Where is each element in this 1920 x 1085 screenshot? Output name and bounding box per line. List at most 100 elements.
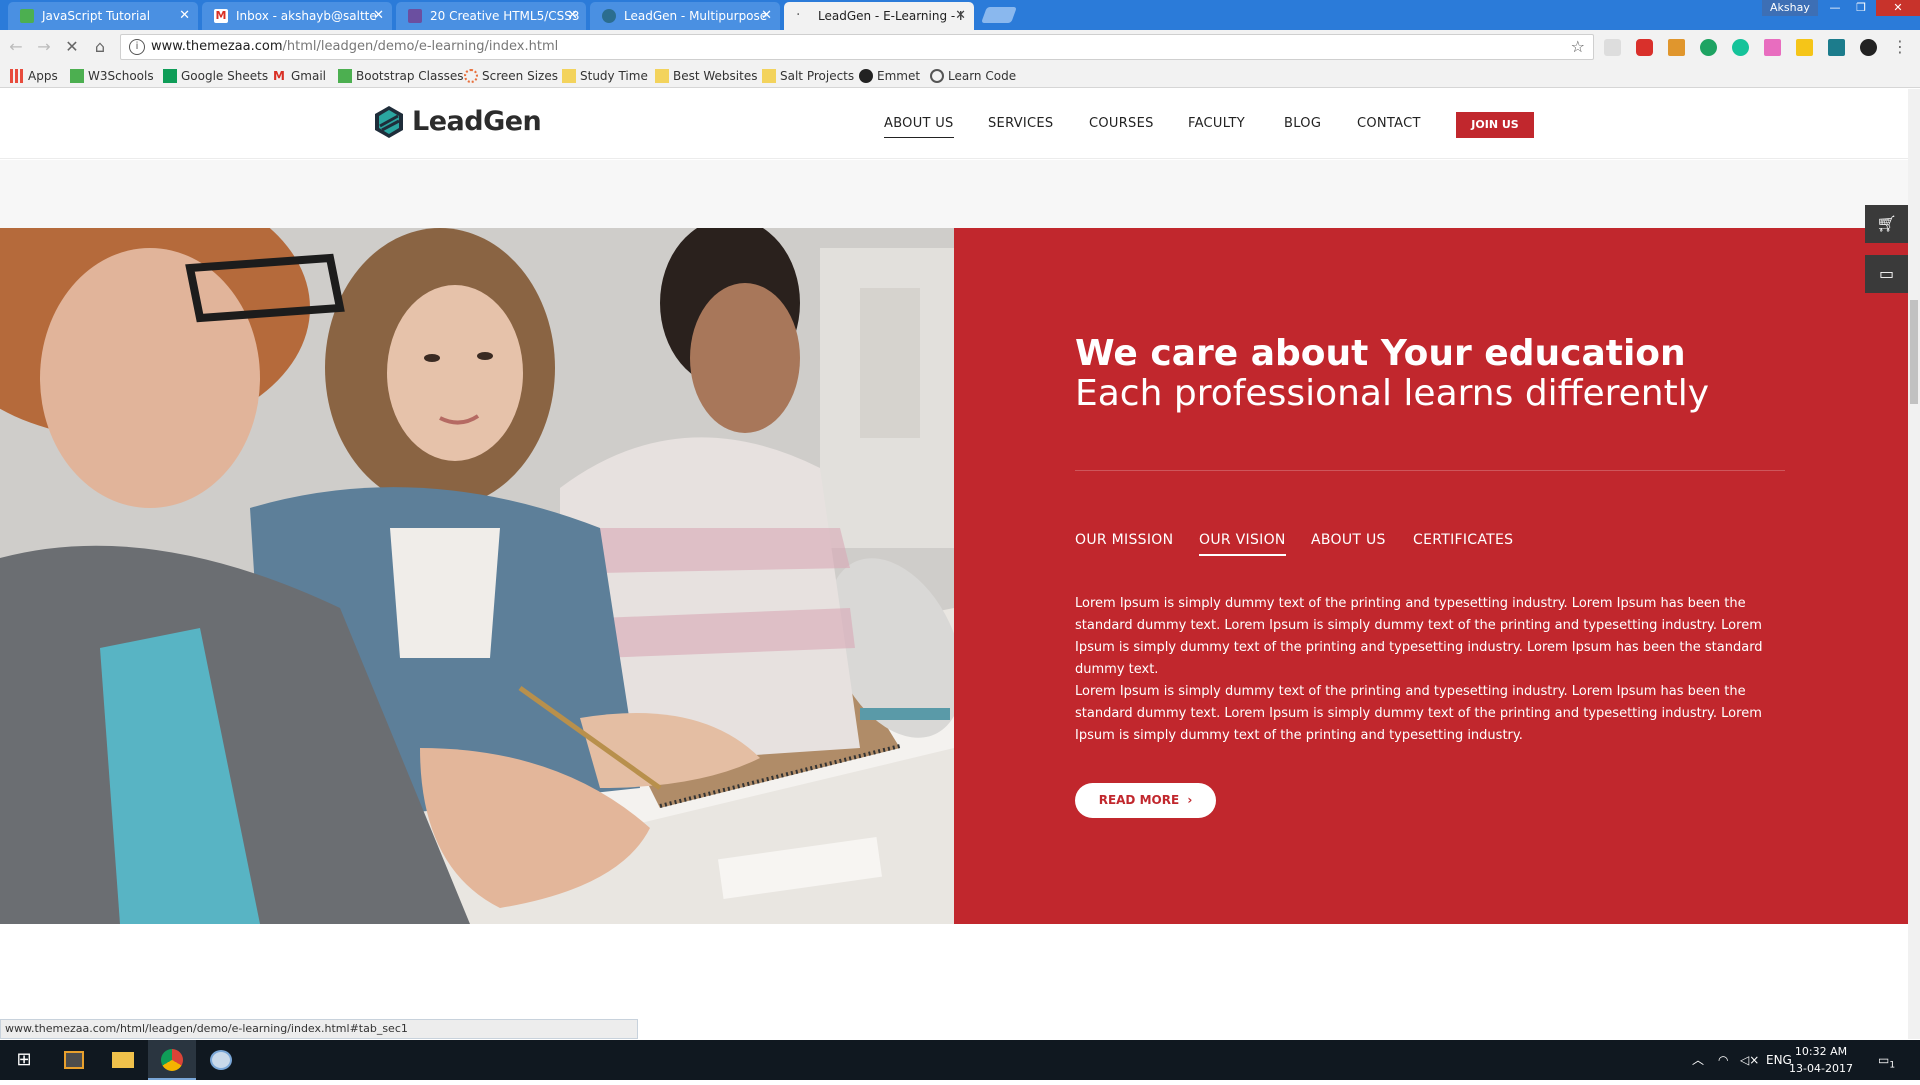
- paint-icon[interactable]: [197, 1040, 245, 1080]
- nav-blog[interactable]: BLOG: [1284, 115, 1321, 133]
- bookmark-study-time[interactable]: Study Time: [560, 64, 648, 88]
- section-heading: We care about Your education: [1075, 333, 1686, 374]
- volume-muted-icon[interactable]: ◁×: [1740, 1040, 1759, 1080]
- chevron-up-icon[interactable]: ︿: [1692, 1040, 1704, 1080]
- gmail-icon: M: [273, 69, 285, 83]
- grammarly-icon[interactable]: [1732, 39, 1749, 56]
- window-close-icon[interactable]: ✕: [1876, 0, 1920, 16]
- students-photo: [0, 228, 954, 924]
- extension-icon[interactable]: [1828, 39, 1845, 56]
- taskbar-clock[interactable]: 10:32 AM 13-04-2017: [1786, 1043, 1856, 1077]
- folder-icon: [655, 69, 669, 83]
- bookmark-salt-projects[interactable]: Salt Projects: [760, 64, 854, 88]
- new-tab-button[interactable]: [981, 7, 1017, 23]
- notification-center-button[interactable]: ▭1: [1878, 1040, 1895, 1080]
- nav-contact[interactable]: CONTACT: [1357, 115, 1421, 133]
- apps-grid-icon: [10, 69, 24, 83]
- palette-glyph: [210, 1050, 232, 1070]
- nav-courses[interactable]: COURSES: [1089, 115, 1154, 133]
- bookmark-apps[interactable]: Apps: [8, 64, 58, 88]
- bookmark-label: Apps: [28, 69, 58, 83]
- folder-icon: [112, 1052, 134, 1068]
- browser-tab-strip: JavaScript Tutorial ✕ M Inbox - akshayb@…: [0, 0, 1920, 30]
- extension-icon[interactable]: [1604, 39, 1621, 56]
- extension-icon[interactable]: [1668, 39, 1685, 56]
- tab-paragraph-2: Lorem Ipsum is simply dummy text of the …: [1075, 684, 1762, 743]
- stop-icon[interactable]: ✕: [62, 37, 82, 57]
- windows-start-icon[interactable]: ⊞: [0, 1040, 48, 1080]
- browser-tab[interactable]: JavaScript Tutorial ✕: [8, 2, 198, 30]
- bookmark-learn-code[interactable]: Learn Code: [928, 64, 1016, 88]
- bookmark-w3schools[interactable]: W3Schools: [68, 64, 154, 88]
- browser-tab[interactable]: M Inbox - akshayb@saltte ✕: [202, 2, 392, 30]
- gmail-icon: M: [214, 9, 228, 23]
- bookmark-google-sheets[interactable]: Google Sheets: [161, 64, 268, 88]
- tab-about-us[interactable]: ABOUT US: [1311, 531, 1386, 549]
- info-icon[interactable]: i: [129, 39, 145, 55]
- nav-services[interactable]: SERVICES: [988, 115, 1053, 133]
- bookmark-label: Emmet: [877, 69, 921, 83]
- close-icon[interactable]: ✕: [761, 2, 772, 30]
- forward-icon[interactable]: →: [34, 37, 54, 57]
- restore-icon[interactable]: ❐: [1848, 0, 1874, 16]
- nav-faculty[interactable]: FACULTY: [1188, 115, 1245, 133]
- home-icon[interactable]: ⌂: [90, 37, 110, 57]
- browser-tab-active[interactable]: · LeadGen - E-Learning - I ✕: [784, 2, 974, 30]
- tab-our-vision[interactable]: OUR VISION: [1199, 531, 1286, 556]
- section-subheading: Each professional learns differently: [1075, 373, 1710, 414]
- extension-icon[interactable]: [1764, 39, 1781, 56]
- scrollbar-thumb[interactable]: [1910, 300, 1918, 404]
- address-url: www.themezaa.com/html/leadgen/demo/e-lea…: [151, 35, 558, 59]
- close-icon[interactable]: ✕: [567, 2, 578, 30]
- folder-icon: [562, 69, 576, 83]
- cart-button[interactable]: 🛒︎: [1865, 205, 1908, 243]
- browser-toolbar: ← → ✕ ⌂ i www.themezaa.com/html/leadgen/…: [0, 30, 1920, 64]
- close-icon[interactable]: ✕: [179, 2, 190, 30]
- tab-our-mission[interactable]: OUR MISSION: [1075, 531, 1173, 549]
- bookmark-emmet[interactable]: Emmet: [857, 64, 920, 88]
- sublime-text-icon[interactable]: [50, 1040, 98, 1080]
- extension-icon[interactable]: [1796, 39, 1813, 56]
- extension-icon[interactable]: [1700, 39, 1717, 56]
- site-logo[interactable]: LeadGen: [412, 105, 542, 139]
- page-scrollbar[interactable]: [1908, 89, 1920, 1039]
- chrome-icon[interactable]: [148, 1040, 196, 1080]
- bookmark-bootstrap-classes[interactable]: Bootstrap Classes: [336, 64, 464, 88]
- tab-label: 20 Creative HTML5/CSS3: [430, 9, 580, 23]
- tab-certificates[interactable]: CERTIFICATES: [1413, 531, 1513, 549]
- url-host: www.themezaa.com: [151, 39, 283, 54]
- close-icon[interactable]: ✕: [373, 2, 384, 30]
- read-more-button[interactable]: READ MORE ›: [1075, 783, 1216, 818]
- profile-button[interactable]: Akshay: [1762, 0, 1818, 16]
- bookmark-label: Study Time: [580, 69, 648, 83]
- loading-icon: ·: [796, 7, 801, 23]
- bookmark-label: Google Sheets: [181, 69, 269, 83]
- bookmark-star-icon[interactable]: ☆: [1571, 35, 1585, 59]
- nav-about-us[interactable]: ABOUT US: [884, 115, 954, 138]
- bookmark-best-websites[interactable]: Best Websites: [653, 64, 757, 88]
- leadgen-logo-icon[interactable]: [373, 105, 405, 139]
- browser-tab[interactable]: 20 Creative HTML5/CSS3 ✕: [396, 2, 586, 30]
- minimize-icon[interactable]: —: [1822, 0, 1848, 16]
- globe-icon: [930, 69, 944, 83]
- extension-icon[interactable]: [1860, 39, 1877, 56]
- bookmark-screen-sizes[interactable]: Screen Sizes: [462, 64, 558, 88]
- address-bar[interactable]: i www.themezaa.com/html/leadgen/demo/e-l…: [120, 34, 1594, 60]
- wifi-icon[interactable]: ◠: [1718, 1040, 1728, 1080]
- bookmarks-bar: Apps W3Schools Google Sheets M Gmail Boot…: [0, 64, 1920, 88]
- folder-icon: ▭: [1878, 264, 1895, 283]
- join-us-button[interactable]: JOIN US: [1456, 112, 1534, 138]
- bookmark-label: Screen Sizes: [482, 69, 558, 83]
- close-icon[interactable]: ✕: [955, 2, 966, 30]
- section-spacer: [0, 160, 1908, 228]
- browser-tab[interactable]: LeadGen - Multipurpose ✕: [590, 2, 780, 30]
- read-more-label: READ MORE: [1098, 793, 1180, 807]
- notification-count: 1: [1889, 1060, 1896, 1071]
- bookmark-gmail[interactable]: M Gmail: [271, 64, 326, 88]
- back-icon[interactable]: ←: [6, 37, 26, 57]
- adblock-icon[interactable]: [1636, 39, 1653, 56]
- menu-icon[interactable]: ⋮: [1890, 37, 1910, 57]
- gear-icon: [464, 69, 478, 83]
- file-explorer-icon[interactable]: [99, 1040, 147, 1080]
- folder-button[interactable]: ▭: [1865, 255, 1908, 293]
